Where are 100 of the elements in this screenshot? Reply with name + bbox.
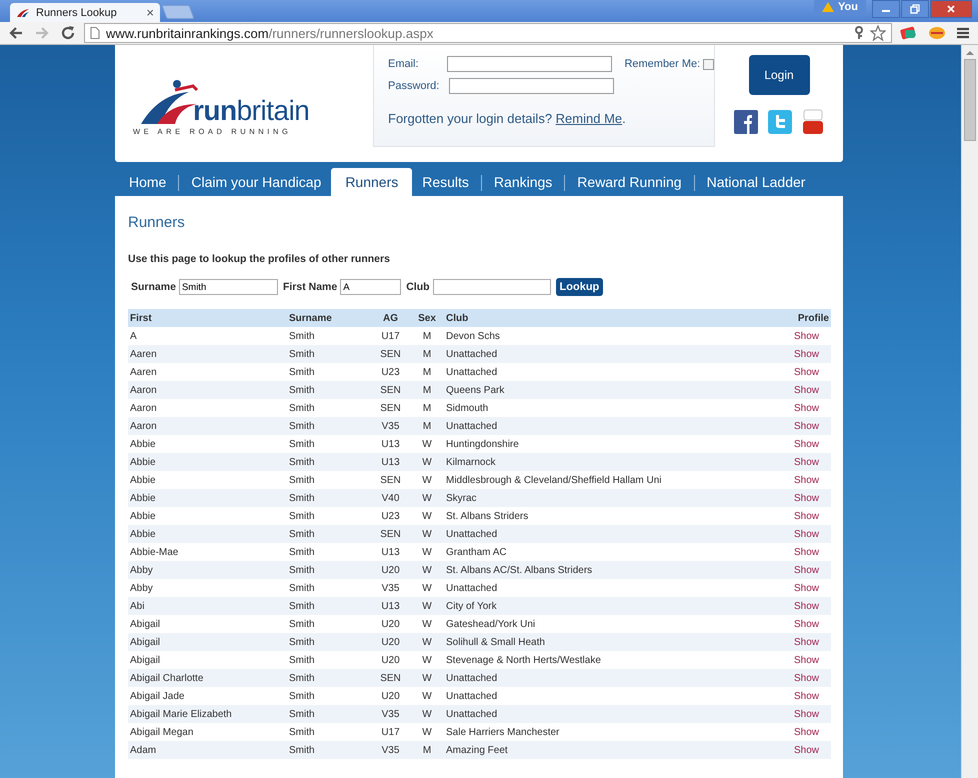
table-cell: Abigail — [128, 651, 287, 669]
remember-checkbox[interactable] — [703, 58, 714, 70]
table-cell: U13 — [371, 597, 410, 615]
table-cell: SEN — [371, 471, 410, 489]
show-link[interactable]: Show — [794, 330, 819, 342]
table-cell: Solihull & Small Heath — [444, 633, 767, 651]
show-link[interactable]: Show — [794, 384, 819, 396]
column-header: Surname — [287, 309, 371, 327]
nav-tab[interactable]: Claim your Handicap — [181, 168, 332, 196]
table-cell: Queens Park — [444, 381, 767, 399]
table-cell: Smith — [287, 417, 371, 435]
show-link[interactable]: Show — [794, 618, 819, 630]
restore-button[interactable] — [901, 0, 929, 18]
show-link[interactable]: Show — [794, 438, 819, 450]
table-cell: Abbie — [128, 435, 287, 453]
table-cell: Abbie-Mae — [128, 543, 287, 561]
show-link[interactable]: Show — [794, 492, 819, 504]
show-link[interactable]: Show — [794, 420, 819, 432]
table-cell: SEN — [371, 345, 410, 363]
nav-tab[interactable]: Home — [119, 168, 176, 196]
key-icon[interactable] — [854, 26, 864, 40]
logo-wordmark: runbritain — [193, 97, 310, 125]
extension-icon[interactable] — [900, 25, 918, 41]
table-cell: Smith — [287, 669, 371, 687]
table-cell: Smith — [287, 381, 371, 399]
table-cell: W — [410, 435, 444, 453]
table-cell: Sale Harriers Manchester — [444, 723, 767, 741]
show-link[interactable]: Show — [794, 348, 819, 360]
browser-tab[interactable]: Runners Lookup × — [10, 3, 160, 22]
show-link[interactable]: Show — [794, 726, 819, 738]
nav-tab[interactable]: Rankings — [484, 168, 562, 196]
surname-field[interactable]: Smith — [178, 279, 278, 295]
table-cell: Abby — [128, 561, 287, 579]
back-icon[interactable] — [8, 25, 24, 41]
nav-tab[interactable]: National Ladder — [696, 168, 816, 196]
table-cell: V35 — [371, 741, 410, 759]
lookup-button[interactable]: Lookup — [556, 278, 604, 296]
table-cell: Sidmouth — [444, 399, 767, 417]
table-cell: Abigail Jade — [128, 687, 287, 705]
nav-tab[interactable]: Results — [412, 168, 479, 196]
show-link[interactable]: Show — [794, 456, 819, 468]
youtube-icon[interactable] — [802, 109, 824, 135]
show-link[interactable]: Show — [794, 582, 819, 594]
show-link[interactable]: Show — [794, 672, 819, 684]
table-cell: U13 — [371, 453, 410, 471]
extension-icon[interactable] — [928, 25, 946, 41]
table-cell: Smith — [287, 615, 371, 633]
show-link[interactable]: Show — [794, 366, 819, 378]
show-link[interactable]: Show — [794, 600, 819, 612]
table-cell: Abigail — [128, 615, 287, 633]
show-link[interactable]: Show — [794, 744, 819, 756]
club-field[interactable] — [432, 279, 551, 295]
facebook-icon[interactable] — [734, 110, 758, 134]
show-link[interactable]: Show — [794, 564, 819, 576]
show-link[interactable]: Show — [794, 402, 819, 414]
table-cell: Smith — [287, 525, 371, 543]
password-field[interactable] — [449, 78, 614, 94]
remind-me-link[interactable]: Remind Me — [556, 111, 622, 126]
show-link[interactable]: Show — [794, 708, 819, 720]
menu-icon[interactable] — [956, 26, 970, 40]
table-cell: Abigail — [128, 633, 287, 651]
show-link[interactable]: Show — [794, 546, 819, 558]
table-cell: Smith — [287, 579, 371, 597]
star-icon[interactable] — [870, 25, 886, 41]
table-cell: Skyrac — [444, 489, 767, 507]
minimize-button[interactable] — [872, 0, 900, 18]
table-cell: SEN — [371, 525, 410, 543]
show-link[interactable]: Show — [794, 528, 819, 540]
table-cell: Smith — [287, 723, 371, 741]
first-name-field[interactable]: A — [340, 279, 402, 295]
table-cell: Aaron — [128, 417, 287, 435]
tab-close-button[interactable]: × — [146, 5, 154, 20]
show-link[interactable]: Show — [794, 510, 819, 522]
login-button[interactable]: Login — [748, 55, 810, 95]
column-header: First — [128, 309, 287, 327]
scrollbar[interactable] — [961, 45, 978, 778]
nav-tab[interactable]: Runners — [331, 168, 412, 196]
restore-icon — [910, 4, 920, 14]
column-header: Club — [444, 309, 767, 327]
show-link[interactable]: Show — [794, 654, 819, 666]
address-bar[interactable]: www.runbritainrankings.com/runners/runnerslookup.aspx — [84, 23, 892, 43]
table-cell: Abbie — [128, 453, 287, 471]
show-link[interactable]: Show — [794, 690, 819, 702]
show-link[interactable]: Show — [794, 474, 819, 486]
table-cell: Aaron — [128, 399, 287, 417]
show-link[interactable]: Show — [794, 636, 819, 648]
email-label: Email: — [388, 58, 420, 70]
table-cell: City of York — [444, 597, 767, 615]
remember-label: Remember Me: — [624, 58, 700, 70]
close-button[interactable] — [930, 0, 972, 18]
reload-icon[interactable] — [60, 25, 76, 41]
table-cell: Abbie — [128, 507, 287, 525]
table-cell: Abigail Megan — [128, 723, 287, 741]
table-cell: U17 — [371, 327, 410, 345]
table-cell: M — [410, 363, 444, 381]
table-cell: SEN — [371, 399, 410, 417]
table-cell: U13 — [371, 435, 410, 453]
email-field[interactable] — [447, 56, 612, 72]
nav-tab[interactable]: Reward Running — [567, 168, 692, 196]
table-cell: U20 — [371, 615, 410, 633]
